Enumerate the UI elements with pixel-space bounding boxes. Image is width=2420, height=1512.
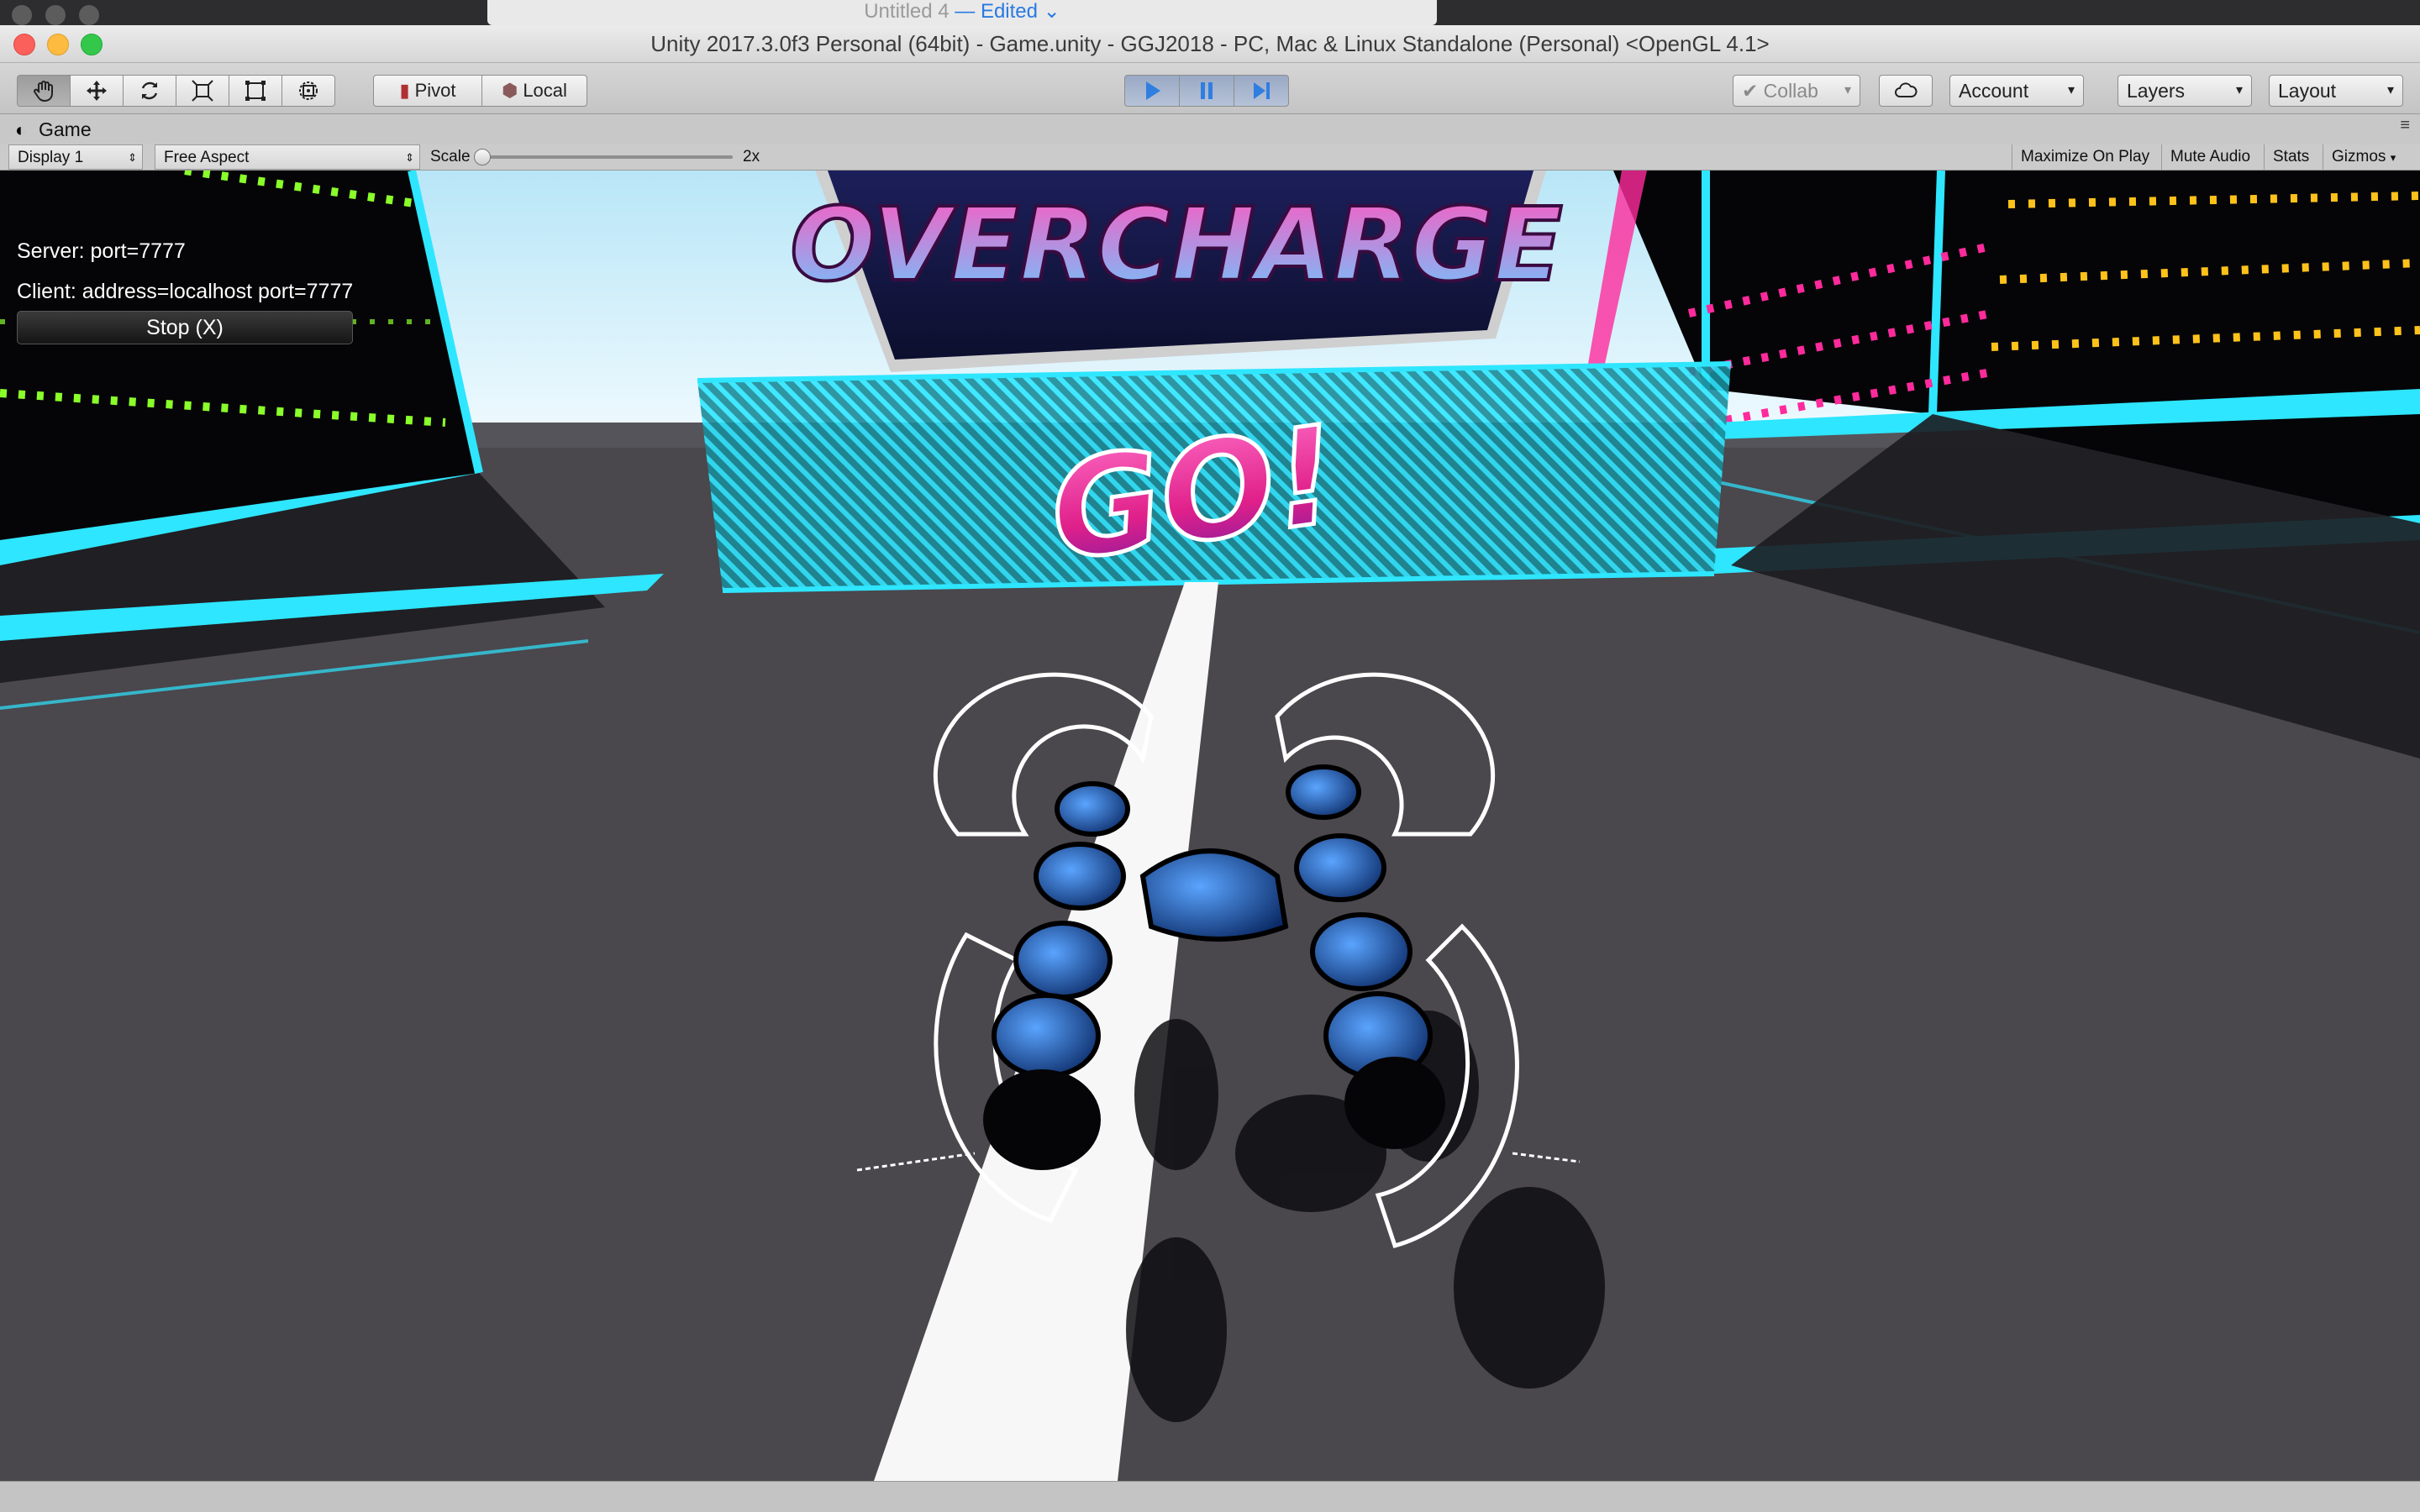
step-icon	[1254, 82, 1270, 99]
client-status: Client: address=localhost port=7777	[17, 280, 354, 303]
background-window-state: — Edited	[955, 0, 1038, 23]
scale-value: 2x	[743, 148, 760, 165]
local-cube-icon: ⬢	[502, 80, 518, 101]
select-arrows-icon: ⇕	[405, 151, 414, 164]
hand-icon	[34, 81, 53, 102]
game-tab-header: ◐ Game ≡	[0, 114, 2420, 144]
pivot-button[interactable]: ▮ Pivot	[373, 75, 482, 107]
layout-label: Layout	[2278, 80, 2337, 102]
dropdown-arrow-icon: ▾	[2067, 83, 2075, 97]
play-icon	[1146, 81, 1160, 100]
aspect-select[interactable]: Free Aspect ⇕	[155, 144, 420, 170]
rotate-icon	[141, 81, 158, 100]
maximize-on-play-button[interactable]: Maximize On Play	[2012, 144, 2158, 170]
check-icon: ✔	[1742, 80, 1759, 102]
move-icon	[87, 81, 107, 101]
scale-slider-thumb[interactable]	[474, 149, 491, 165]
hand-tool-button[interactable]	[17, 75, 71, 107]
dropdown-arrow-icon: ▾	[1844, 83, 1851, 97]
game-viewport[interactable]: OVERCHARGE GO! Server: port=7777 Client:…	[0, 171, 2420, 1481]
gizmos-button[interactable]: Gizmos ▾	[2323, 144, 2420, 170]
scale-tool-button[interactable]	[176, 75, 229, 107]
unity-window: Unity 2017.3.0f3 Personal (64bit) - Game…	[0, 25, 2420, 1512]
cloud-button[interactable]	[1879, 75, 1933, 107]
stop-button[interactable]: Stop (X)	[17, 311, 353, 344]
move-tool-button[interactable]	[70, 75, 124, 107]
title-bar: Unity 2017.3.0f3 Personal (64bit) - Game…	[0, 25, 2420, 63]
background-zoom-icon	[79, 5, 99, 25]
step-button[interactable]	[1234, 75, 1289, 107]
select-arrows-icon: ⇕	[128, 151, 137, 164]
play-button[interactable]	[1124, 75, 1180, 107]
layers-dropdown[interactable]: Layers ▾	[2118, 75, 2252, 107]
stats-button[interactable]: Stats	[2264, 144, 2317, 170]
network-hud: Server: port=7777 Client: address=localh…	[17, 231, 353, 312]
toolbar: ▮ Pivot ⬢ Local ✔ Collab ▾ Account ▾ Layers ▾…	[0, 63, 2420, 114]
gizmos-label: Gizmos	[2332, 148, 2386, 165]
chevron-down-icon: ⌄	[1043, 0, 1060, 23]
local-button[interactable]: ⬢ Local	[481, 75, 587, 107]
background-window-title: Untitled 4	[864, 0, 950, 23]
banner-text: OVERCHARGE	[790, 187, 1562, 304]
display-select[interactable]: Display 1 ⇕	[8, 144, 143, 170]
tab-menu-icon[interactable]: ≡	[2400, 116, 2410, 135]
game-icon: ◐	[15, 119, 27, 140]
layout-dropdown[interactable]: Layout ▾	[2269, 75, 2403, 107]
dropdown-arrow-icon: ▾	[2235, 83, 2243, 97]
layers-label: Layers	[2127, 80, 2186, 102]
background-window: Untitled 4 — Edited ⌄	[0, 0, 2420, 25]
pivot-label: Pivot	[414, 80, 456, 101]
tab-game[interactable]: Game	[39, 114, 92, 144]
local-label: Local	[523, 80, 567, 101]
rect-icon	[245, 81, 266, 101]
account-label: Account	[1959, 80, 2029, 102]
status-bar	[0, 1481, 2420, 1512]
dropdown-arrow-icon: ▾	[2386, 83, 2394, 97]
window-title: Unity 2017.3.0f3 Personal (64bit) - Game…	[650, 31, 1770, 56]
scale-slider[interactable]	[474, 144, 733, 170]
transform-tool-button[interactable]	[281, 75, 335, 107]
collab-dropdown[interactable]: ✔ Collab ▾	[1733, 75, 1860, 107]
account-dropdown[interactable]: Account ▾	[1949, 75, 2084, 107]
background-minimize-icon	[45, 5, 66, 25]
collab-label: Collab	[1763, 80, 1818, 102]
rotate-tool-button[interactable]	[123, 75, 176, 107]
rect-tool-button[interactable]	[229, 75, 282, 107]
server-status: Server: port=7777	[17, 239, 186, 263]
display-value: Display 1	[18, 149, 84, 166]
mute-audio-button[interactable]: Mute Audio	[2161, 144, 2259, 170]
background-close-icon	[12, 5, 32, 25]
game-scene: OVERCHARGE GO!	[0, 171, 2420, 1481]
pivot-icon: ▮	[399, 80, 410, 101]
scale-icon	[192, 80, 213, 102]
transform-icon	[299, 81, 318, 100]
aspect-value: Free Aspect	[164, 149, 250, 166]
pause-icon	[1201, 82, 1213, 99]
scale-slider-track	[482, 155, 733, 159]
dropdown-arrow-icon: ▾	[2390, 151, 2396, 164]
game-view-bar: Display 1 ⇕ Free Aspect ⇕ Scale 2x Maximiz…	[0, 144, 2420, 171]
scale-label: Scale	[430, 148, 471, 165]
background-window-tab[interactable]: Untitled 4 — Edited ⌄	[487, 0, 1437, 25]
pause-button[interactable]	[1179, 75, 1234, 107]
cloud-icon	[1895, 82, 1918, 97]
